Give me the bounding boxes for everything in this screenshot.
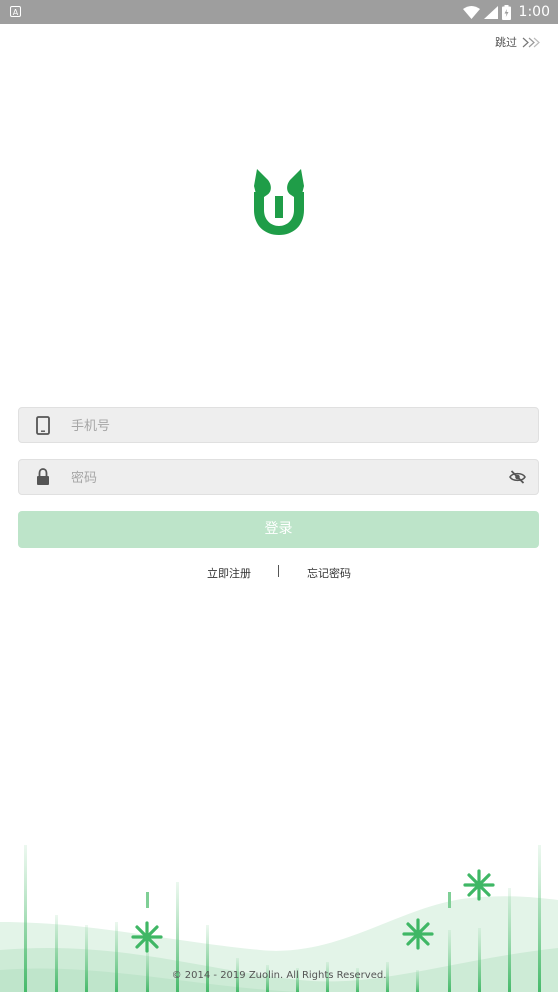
sparkle-icon [402, 918, 434, 950]
footer-decoration [0, 845, 558, 992]
skip-label: 跳过 [495, 36, 517, 49]
copyright-text: © 2014 - 2019 Zuolin. All Rights Reserve… [171, 970, 387, 981]
clock: 1:00 [518, 4, 550, 20]
forgot-password-link[interactable]: 忘记密码 [307, 565, 351, 581]
sparkle-icon [463, 869, 495, 901]
login-button[interactable]: 登录 [18, 511, 539, 548]
battery-icon [501, 4, 511, 20]
sparkle-icon [131, 921, 163, 953]
skip-button[interactable]: 跳过 [495, 34, 540, 50]
eye-off-icon[interactable] [509, 469, 526, 485]
password-input[interactable] [69, 460, 493, 496]
phone-field[interactable] [18, 407, 539, 444]
wifi-icon [462, 5, 480, 19]
link-divider [278, 565, 279, 577]
notification-icon: A [10, 6, 21, 17]
password-field[interactable] [18, 459, 539, 496]
lock-icon [37, 468, 49, 485]
double-chevron-right-icon [522, 37, 540, 47]
phone-icon [36, 416, 50, 435]
status-bar: A 1:00 [0, 0, 558, 24]
register-link[interactable]: 立即注册 [207, 565, 251, 581]
signal-icon [483, 5, 498, 19]
auth-links: 立即注册 忘记密码 [0, 563, 558, 581]
phone-input[interactable] [69, 408, 493, 444]
app-logo [254, 169, 304, 235]
